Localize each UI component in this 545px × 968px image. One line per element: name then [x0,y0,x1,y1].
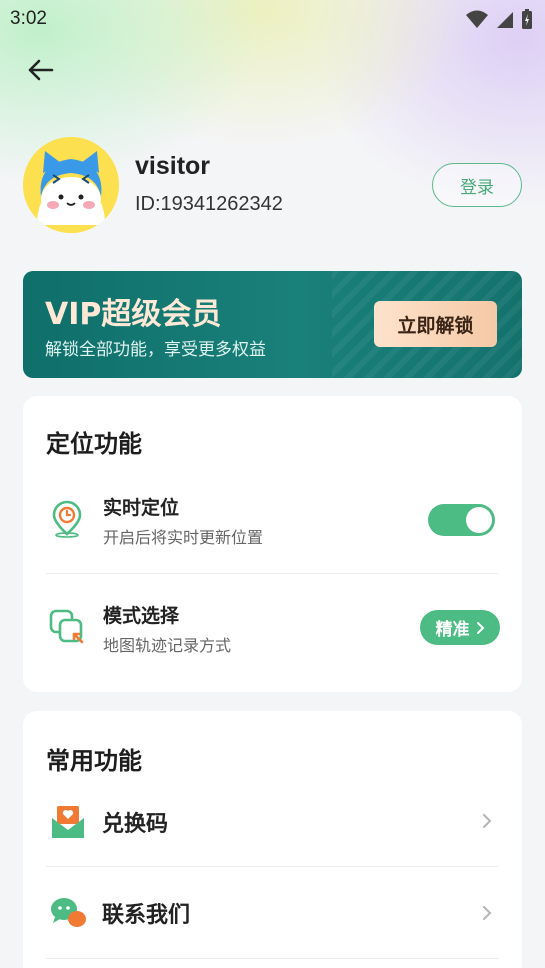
list-item-label: 兑换码 [102,812,169,837]
avatar[interactable] [23,137,119,233]
list-item-contact-us[interactable]: 联系我们 [23,881,522,951]
vip-title: VIP超级会员 [45,297,222,332]
chevron-right-icon [476,621,484,634]
list-item-label: 联系我们 [102,903,191,928]
wifi-icon [466,10,488,28]
status-bar: 3:02 [0,0,545,38]
realtime-location-subtitle: 开启后将实时更新位置 [103,528,264,547]
vip-subtitle: 解锁全部功能，享受更多权益 [45,340,266,360]
chevron-right-icon [483,906,492,920]
signal-icon [497,12,513,28]
envelope-heart-icon [52,806,84,838]
divider [46,866,499,867]
mode-select-title: 模式选择 [103,605,180,627]
battery-icon [522,9,532,29]
status-icons [465,8,533,30]
username: visitor [135,152,211,180]
back-button[interactable] [22,52,58,88]
chevron-right-icon [483,814,492,828]
location-card: 定位功能 实时定位 开启后将实时更新位置 模式选择 地图轨迹记录方式 精准 [23,396,522,692]
user-id: ID:19341262342 [135,193,283,215]
wechat-icon [51,898,86,927]
realtime-location-title: 实时定位 [103,497,180,519]
login-button[interactable]: 登录 [432,163,522,207]
divider [46,573,499,574]
arrow-left-icon [28,59,54,81]
divider [46,958,499,959]
location-clock-icon [52,500,82,538]
status-time: 3:02 [10,8,47,29]
unlock-vip-button[interactable]: 立即解锁 [374,301,497,347]
mode-select-icon [49,609,84,644]
mode-value: 精准 [435,620,470,640]
section-title-location: 定位功能 [46,424,154,459]
toggle-knob [466,507,492,533]
vip-banner[interactable]: VIP超级会员 解锁全部功能，享受更多权益 立即解锁 [23,271,522,378]
common-functions-card: 常用功能 兑换码 联系我们 [23,711,522,968]
section-title-common: 常用功能 [46,741,154,776]
list-item-redeem-code[interactable]: 兑换码 [23,791,522,867]
cat-mascot-icon [23,137,119,233]
mode-select-subtitle: 地图轨迹记录方式 [103,636,232,655]
realtime-location-toggle[interactable] [428,504,495,536]
mode-select-button[interactable]: 精准 [420,610,500,645]
